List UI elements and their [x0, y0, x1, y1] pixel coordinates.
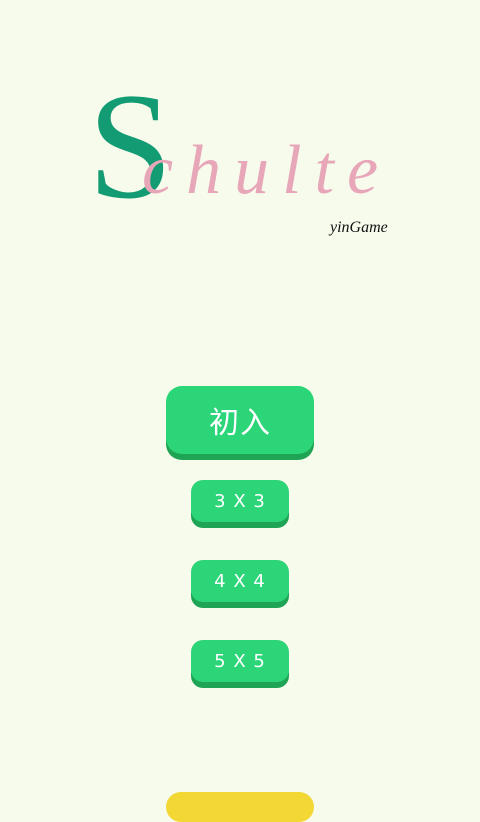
game-logo: S chulte: [88, 70, 398, 222]
mode-3x3-button[interactable]: 3 X 3: [191, 480, 289, 522]
developer-subtitle: yinGame: [330, 219, 388, 236]
logo-title-rest: chulte: [142, 132, 392, 209]
mode-5x5-button[interactable]: 5 X 5: [191, 640, 289, 682]
start-button[interactable]: 初入: [166, 386, 314, 454]
bottom-button-peek[interactable]: [166, 792, 314, 822]
mode-4x4-button[interactable]: 4 X 4: [191, 560, 289, 602]
